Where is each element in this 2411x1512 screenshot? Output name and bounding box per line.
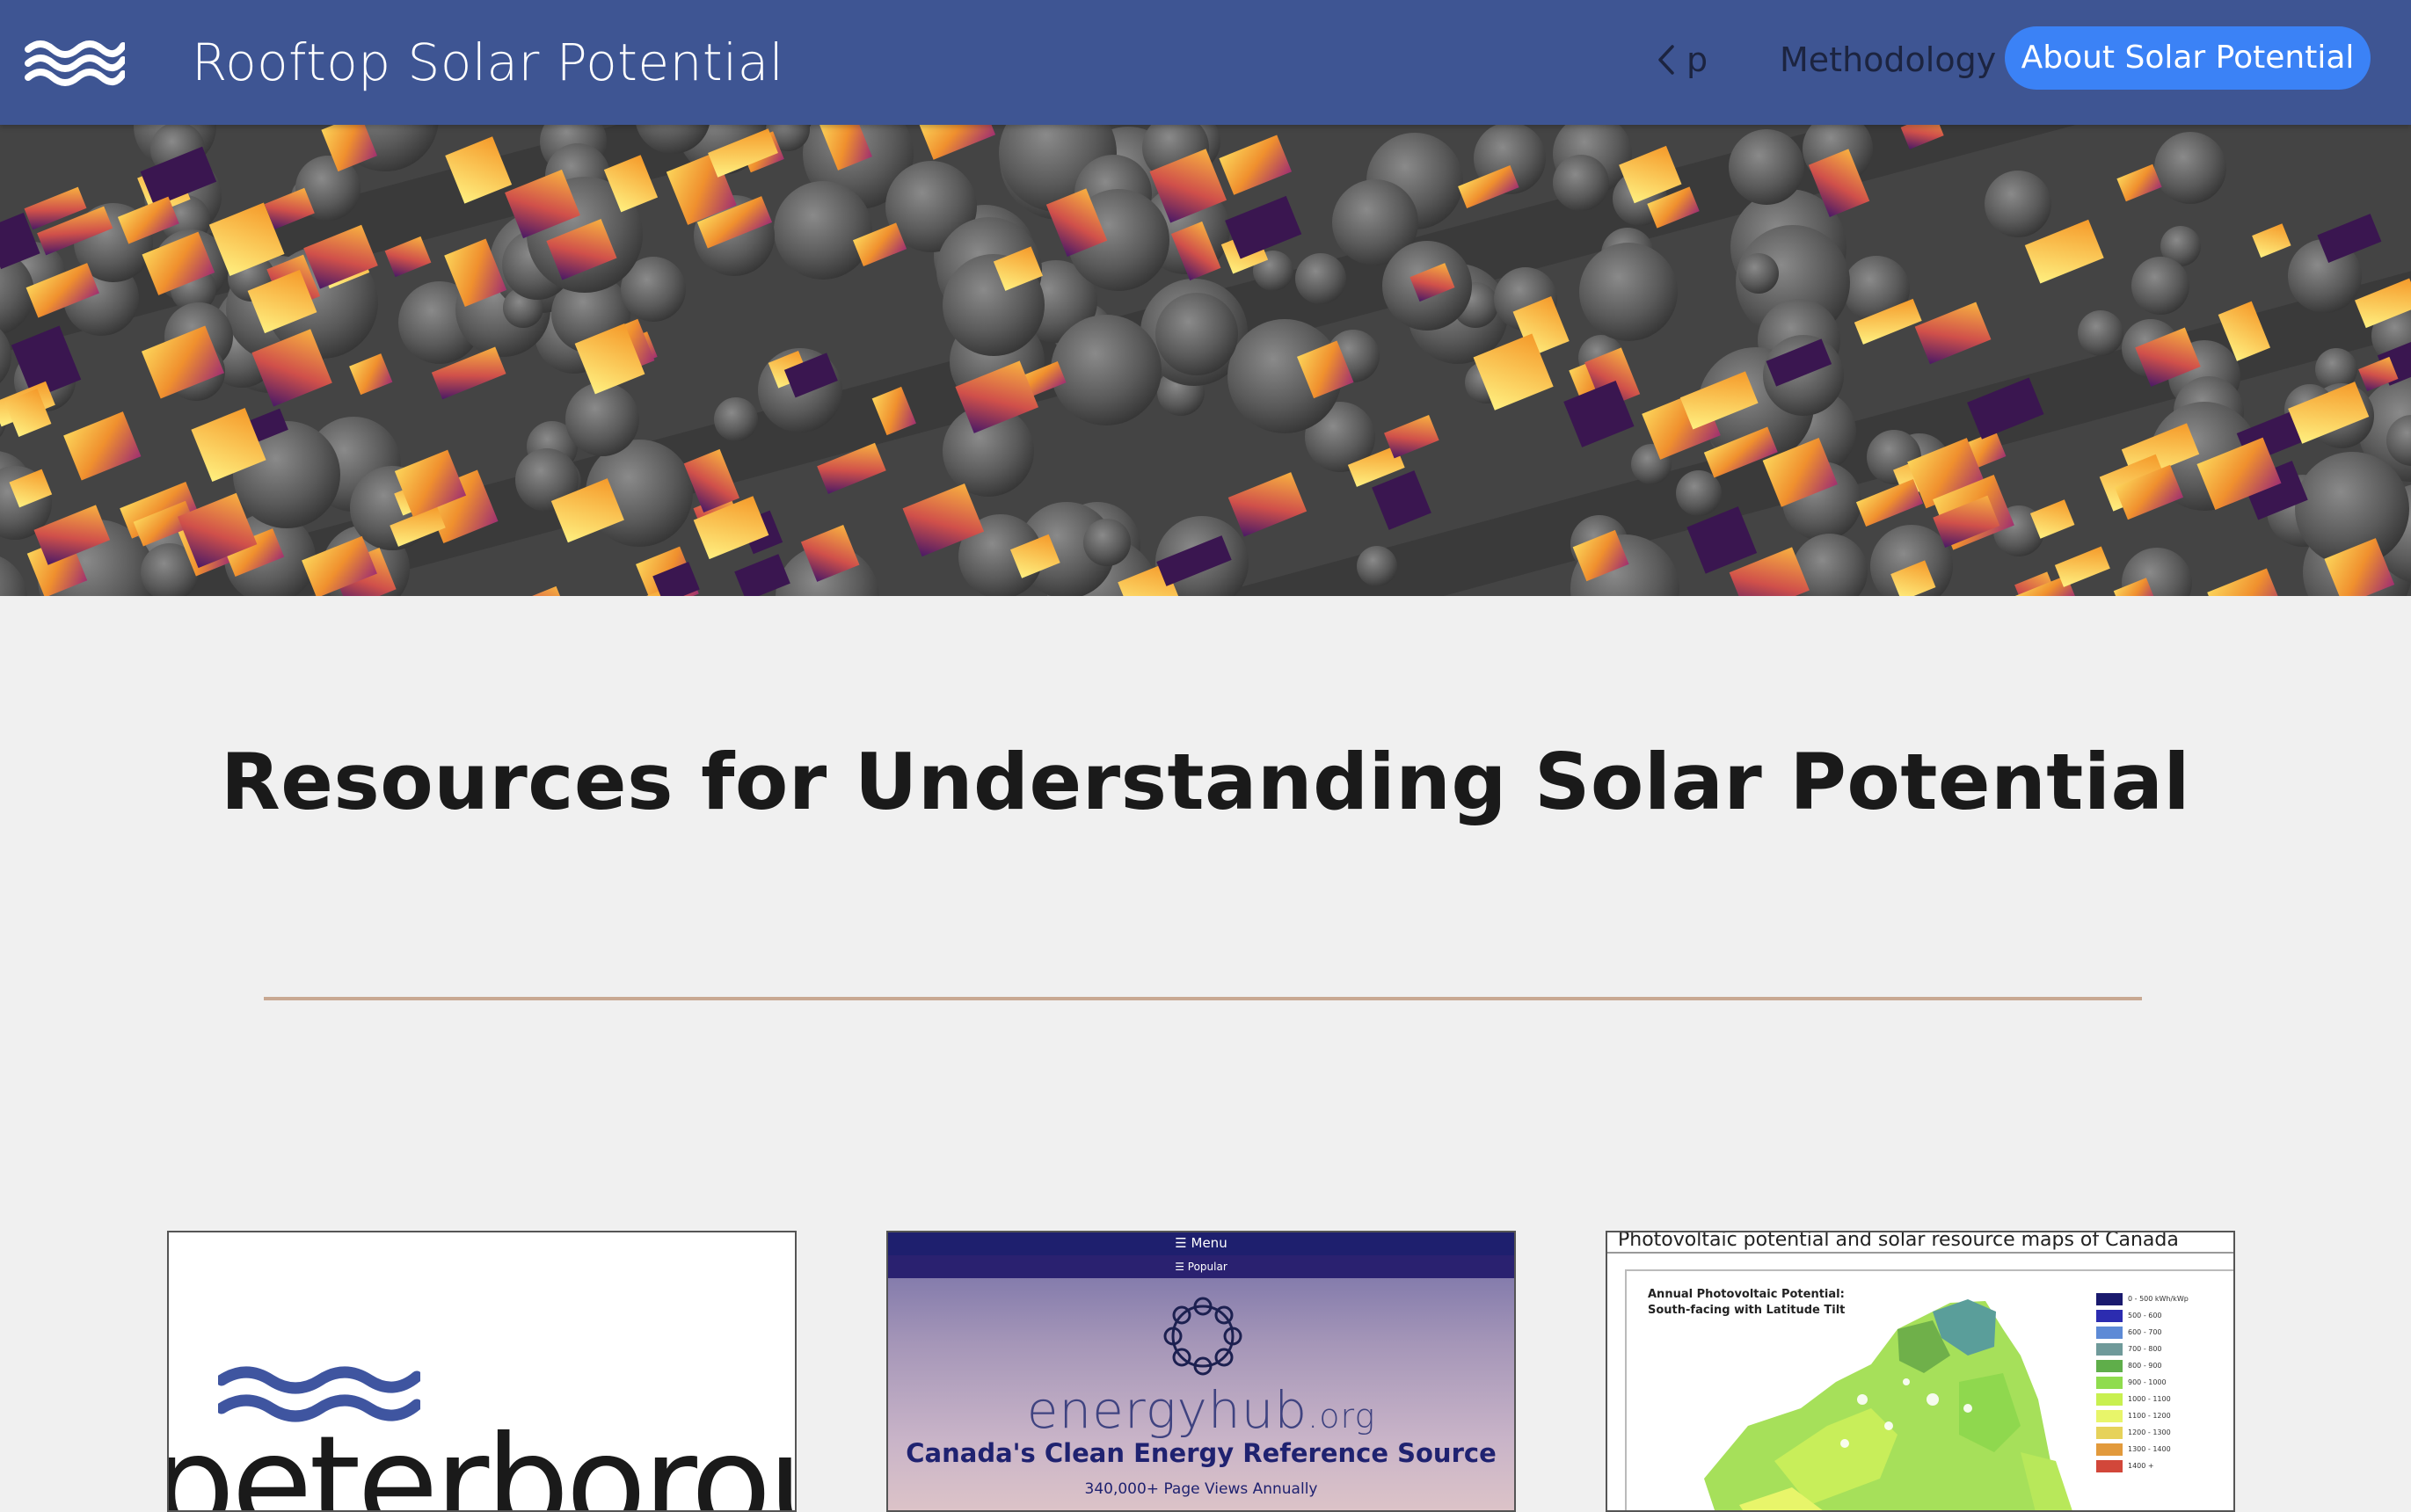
legend-label: 0 - 500 kWh/kWp xyxy=(2128,1295,2189,1303)
legend-swatch xyxy=(2096,1409,2123,1422)
legend-row: 800 - 900 xyxy=(2096,1357,2189,1374)
legend-row: 1400 + xyxy=(2096,1457,2189,1474)
legend-swatch xyxy=(2096,1292,2123,1305)
legend-row: 700 - 800 xyxy=(2096,1341,2189,1357)
legend-swatch xyxy=(2096,1426,2123,1439)
legend-swatch xyxy=(2096,1342,2123,1356)
chevron-left-icon xyxy=(1658,45,1674,75)
legend-swatch xyxy=(2096,1459,2123,1472)
pv-maps-title-rule xyxy=(1607,1252,2233,1254)
energyhub-brand: energyhub.org xyxy=(888,1380,1514,1440)
legend-swatch xyxy=(2096,1309,2123,1322)
peterborough-wordmark: peterboroug xyxy=(167,1408,795,1512)
legend-label: 1400 + xyxy=(2128,1462,2154,1470)
energyhub-tagline: Canada's Clean Energy Reference Source xyxy=(906,1438,1497,1468)
energyhub-page-views: 340,000+ Page Views Annually xyxy=(1084,1480,1318,1498)
legend-label: 1000 - 1100 xyxy=(2128,1395,2171,1403)
legend-label: 500 - 600 xyxy=(2128,1312,2162,1319)
energyhub-emblem-icon xyxy=(1163,1297,1242,1376)
resource-card-energyhub[interactable]: ☰ Menu ☰ Popular energyhub.org Canada's … xyxy=(886,1231,1516,1512)
legend-row: 900 - 1000 xyxy=(2096,1374,2189,1391)
resource-card-peterborough[interactable]: peterboroug xyxy=(167,1231,797,1512)
legend-row: 1200 - 1300 xyxy=(2096,1424,2189,1441)
legend-label: 700 - 800 xyxy=(2128,1345,2162,1353)
legend-swatch xyxy=(2096,1392,2123,1406)
resource-card-pv-maps[interactable]: Photovoltaic potential and solar resourc… xyxy=(1606,1231,2235,1512)
legend-row: 1100 - 1200 xyxy=(2096,1407,2189,1424)
site-title[interactable]: Rooftop Solar Potential xyxy=(192,25,783,100)
nav-methodology[interactable]: Methodology xyxy=(1780,35,1996,84)
legend-label: 1100 - 1200 xyxy=(2128,1412,2171,1420)
legend-row: 500 - 600 xyxy=(2096,1307,2189,1324)
legend-row: 600 - 700 xyxy=(2096,1324,2189,1341)
legend-label: 800 - 900 xyxy=(2128,1362,2162,1370)
energyhub-menu-bar: ☰ Menu xyxy=(888,1232,1514,1255)
legend-row: 1000 - 1100 xyxy=(2096,1391,2189,1407)
energyhub-brand-main: energyhub xyxy=(1026,1380,1308,1440)
legend-swatch xyxy=(2096,1443,2123,1456)
pv-map-legend: 0 - 500 kWh/kWp 500 - 600 600 - 700 700 - 8… xyxy=(2096,1290,2189,1474)
pv-maps-title: Photovoltaic potential and solar resourc… xyxy=(1618,1231,2179,1251)
legend-label: 900 - 1000 xyxy=(2128,1378,2167,1386)
energyhub-popular-bar: ☰ Popular xyxy=(888,1255,1514,1278)
legend-swatch xyxy=(2096,1359,2123,1372)
section-divider xyxy=(264,997,2142,1000)
nav-about-solar-potential-button[interactable]: About Solar Potential xyxy=(2005,26,2371,90)
legend-label: 600 - 700 xyxy=(2128,1328,2162,1336)
legend-swatch xyxy=(2096,1326,2123,1339)
hero-solar-rooftop-image xyxy=(0,125,2411,596)
legend-swatch xyxy=(2096,1376,2123,1389)
legend-row: 1300 - 1400 xyxy=(2096,1441,2189,1457)
canada-pv-map xyxy=(1704,1299,2072,1510)
back-link[interactable]: p xyxy=(1655,35,1708,84)
legend-row: 0 - 500 kWh/kWp xyxy=(2096,1290,2189,1307)
legend-label: 1200 - 1300 xyxy=(2128,1428,2171,1436)
back-link-label: p xyxy=(1686,40,1708,79)
waves-logo-icon[interactable] xyxy=(25,37,125,86)
top-navigation-bar: Rooftop Solar Potential p Methodology Ab… xyxy=(0,0,2411,125)
legend-label: 1300 - 1400 xyxy=(2128,1445,2171,1453)
page-heading: Resources for Understanding Solar Potent… xyxy=(220,737,2191,827)
energyhub-brand-suffix: .org xyxy=(1307,1397,1376,1436)
